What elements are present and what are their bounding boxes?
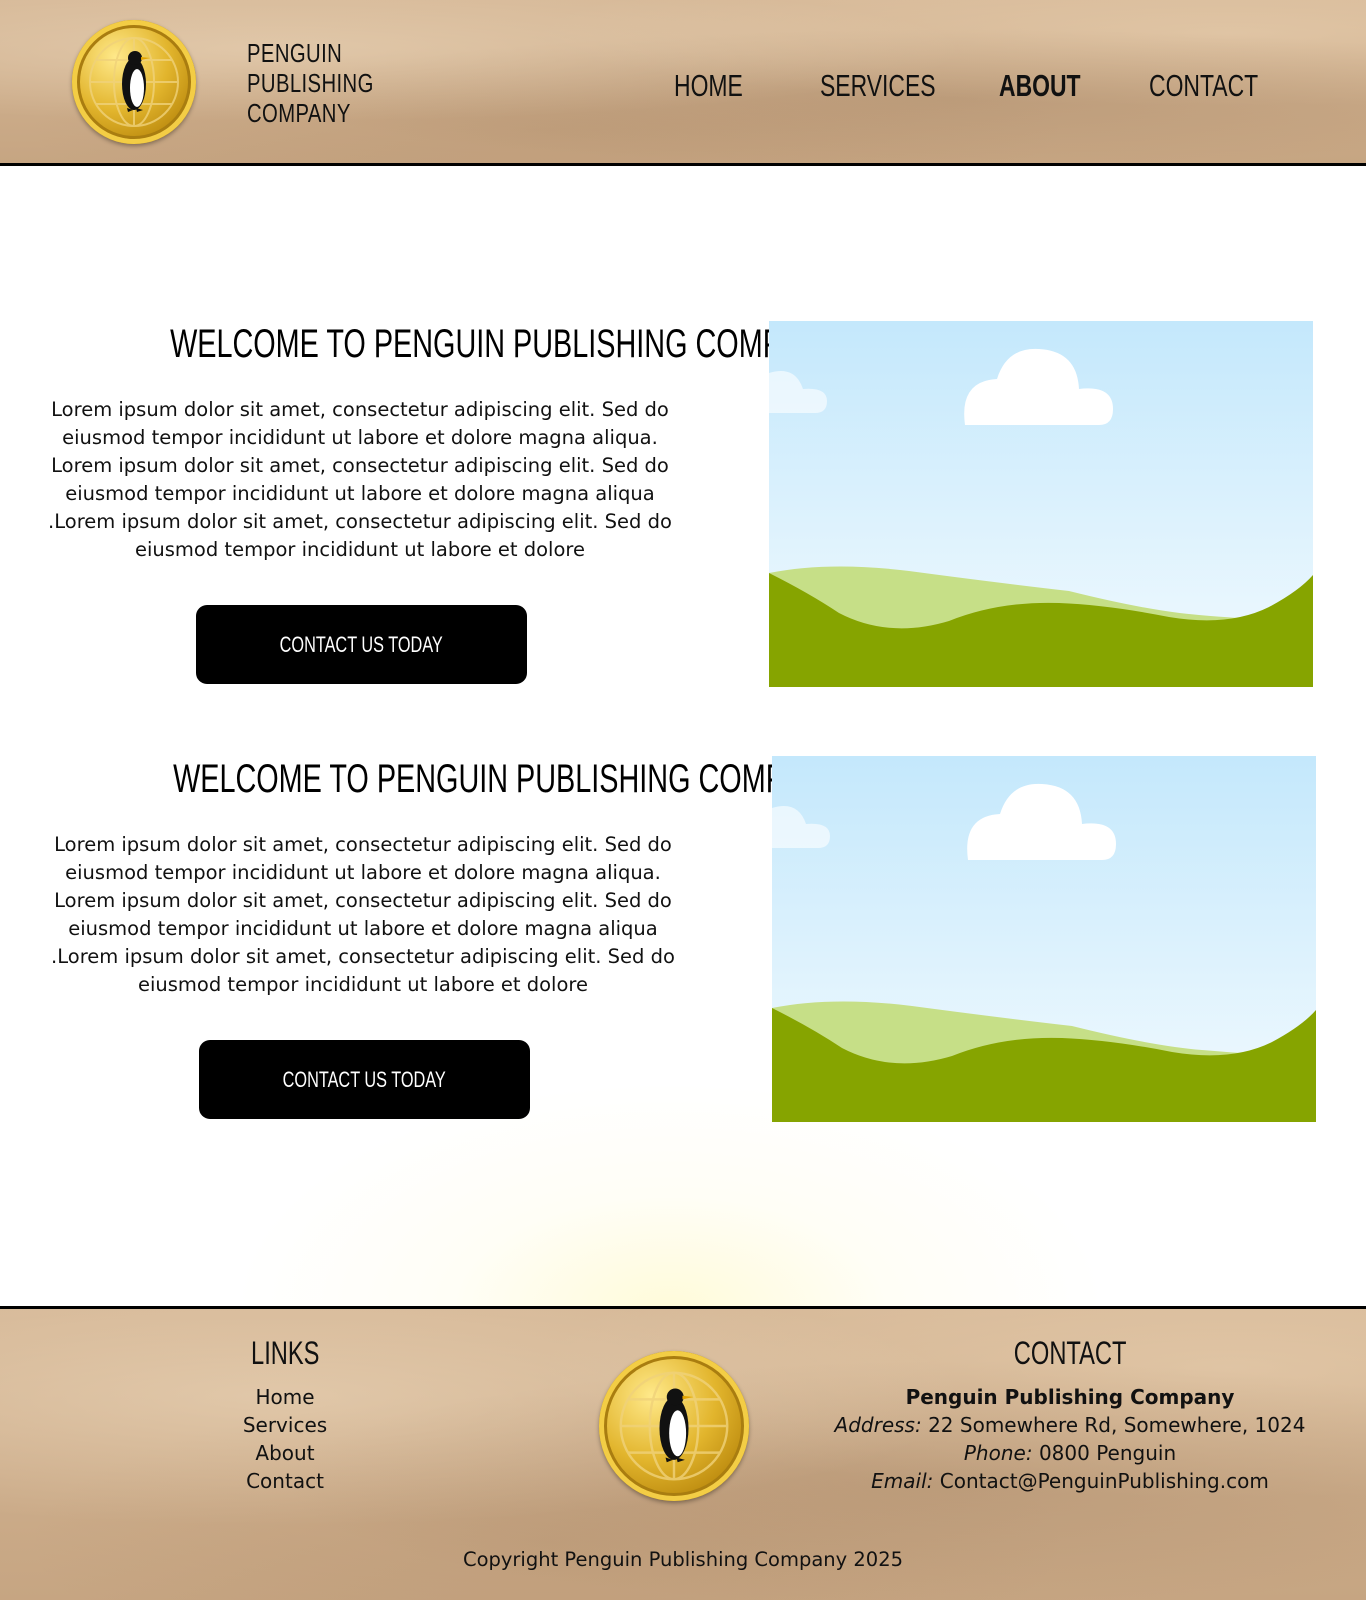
links-heading: LINKS — [250, 1335, 320, 1371]
footer-link-contact[interactable]: Contact — [185, 1467, 385, 1495]
logo-emblem — [89, 37, 179, 127]
section-title: WELCOME TO PENGUIN PUBLISHING COMPANY — [173, 757, 842, 801]
penguin-globe-icon[interactable] — [72, 20, 196, 144]
brand-name: PENGUIN PUBLISHING COMPANY — [247, 38, 374, 128]
footer-link-about[interactable]: About — [185, 1439, 385, 1467]
contact-us-button[interactable]: CONTACT US TODAY — [196, 605, 527, 684]
site-footer: LINKS Home Services About Contact CONTAC… — [0, 1306, 1366, 1600]
landscape-illustration — [772, 756, 1316, 1122]
footer-link-services[interactable]: Services — [185, 1411, 385, 1439]
contact-details: Penguin Publishing Company Address: 22 S… — [800, 1383, 1340, 1495]
nav-home[interactable]: HOME — [674, 68, 743, 104]
contact-heading: CONTACT — [1013, 1335, 1127, 1371]
footer-link-home[interactable]: Home — [185, 1383, 385, 1411]
email-line: Email: Contact@PenguinPublishing.com — [800, 1467, 1340, 1495]
company-name: Penguin Publishing Company — [905, 1385, 1235, 1409]
brand-line: PENGUIN — [247, 38, 343, 68]
phone-label: Phone: — [963, 1441, 1033, 1465]
landscape-illustration — [769, 321, 1313, 687]
site-header: PENGUIN PUBLISHING COMPANY HOME SERVICES… — [0, 0, 1366, 166]
logo-emblem — [619, 1371, 729, 1481]
brand-line: PUBLISHING — [247, 68, 374, 98]
email-label: Email: — [871, 1469, 934, 1493]
brand-line: COMPANY — [247, 98, 351, 128]
address-value: 22 Somewhere Rd, Somewhere, 1024 — [928, 1413, 1306, 1437]
phone-line: Phone: 0800 Penguin — [800, 1439, 1340, 1467]
copyright-text: Copyright Penguin Publishing Company 202… — [462, 1548, 904, 1571]
nav-contact[interactable]: CONTACT — [1149, 68, 1258, 104]
address-label: Address: — [834, 1413, 922, 1437]
section-body: Lorem ipsum dolor sit amet, consectetur … — [48, 398, 672, 561]
footer-links: Home Services About Contact — [185, 1383, 385, 1495]
nav-about[interactable]: ABOUT — [999, 68, 1081, 104]
phone-value[interactable]: 0800 Penguin — [1039, 1441, 1176, 1465]
contact-us-button[interactable]: CONTACT US TODAY — [199, 1040, 530, 1119]
address-line: Address: 22 Somewhere Rd, Somewhere, 102… — [800, 1411, 1340, 1439]
penguin-globe-icon — [599, 1351, 749, 1501]
section-title: WELCOME TO PENGUIN PUBLISHING COMPANY — [170, 322, 839, 366]
nav-services[interactable]: SERVICES — [820, 68, 936, 104]
section-body: Lorem ipsum dolor sit amet, consectetur … — [51, 833, 675, 996]
email-value[interactable]: Contact@PenguinPublishing.com — [940, 1469, 1269, 1493]
